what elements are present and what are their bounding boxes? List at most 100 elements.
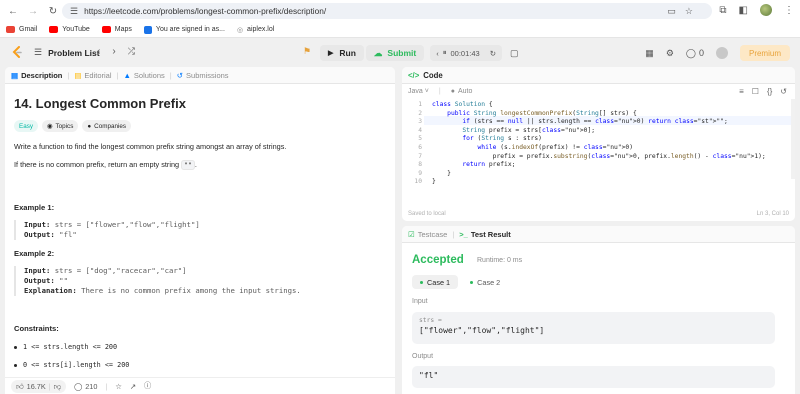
layout-icon[interactable]: ▦: [645, 48, 654, 59]
constraint-text: 0 <= strs[i].length <= 200: [23, 361, 130, 369]
lock-icon: ●: [87, 122, 92, 130]
lock-icon: ●: [450, 88, 455, 95]
reload-icon[interactable]: ↻: [46, 4, 60, 18]
thumbs-down-icon[interactable]: 👎︎: [54, 382, 61, 391]
timer[interactable]: ‹ ⏸ 00:01:43 ↻: [430, 45, 502, 61]
sidepanel-icon[interactable]: ◧: [739, 5, 748, 16]
saved-status: Saved to local: [408, 211, 446, 217]
like-count: 16.7K: [26, 381, 46, 391]
site-info-icon[interactable]: ☰: [70, 6, 78, 17]
youtube-icon: [49, 26, 59, 33]
tab-testcase[interactable]: ☑ Testcase: [408, 230, 447, 239]
description-paragraph: If there is no common prefix, return an …: [14, 160, 386, 170]
format-icon[interactable]: ≡: [739, 87, 744, 96]
shuffle-icon[interactable]: ⤮: [128, 46, 135, 57]
input-value: ["flower","flow","flight"]: [419, 326, 545, 335]
code-line[interactable]: while (s.indexOf(prefix) != class="nu">0…: [432, 144, 766, 153]
translate-icon[interactable]: ▭: [667, 6, 676, 17]
code-line[interactable]: for (String s : strs): [432, 135, 766, 144]
next-problem-icon[interactable]: ›: [112, 46, 115, 57]
problem-title[interactable]: 14. Longest Common Prefix: [14, 96, 386, 111]
code-area[interactable]: 1 2 3 4 5 6 7 8 9 10 class Solution { public Stri…: [402, 99, 795, 199]
input-value: strs = ["flower","flow","flight"]: [54, 220, 200, 229]
leetcode-logo-icon[interactable]: [11, 46, 23, 59]
difficulty-badge: Easy: [14, 120, 38, 132]
forward-icon[interactable]: →: [26, 4, 40, 18]
prev-problem-icon[interactable]: ‹: [97, 46, 100, 57]
menu-icon[interactable]: ⋮: [784, 5, 794, 16]
line-numbers: 1 2 3 4 5 6 7 8 9 10: [414, 101, 422, 186]
code-tab-label[interactable]: Code: [423, 71, 443, 80]
code-lines[interactable]: class Solution { public String longestCo…: [432, 99, 766, 187]
tab-test-result[interactable]: >_ Test Result: [459, 230, 510, 239]
tab-divider: |: [169, 70, 172, 80]
url-text[interactable]: https://leetcode.com/problems/longest-co…: [84, 6, 326, 16]
result-status: Accepted: [412, 254, 464, 266]
comments-button[interactable]: ◯ 210: [74, 382, 97, 391]
debug-icon[interactable]: ⚑: [300, 46, 314, 60]
bookmark-gmail[interactable]: Gmail: [6, 26, 37, 33]
chevron-left-icon[interactable]: ‹: [436, 49, 439, 58]
tab-divider: |: [116, 70, 119, 80]
reset-code-icon[interactable]: ↺: [780, 87, 787, 96]
share-icon[interactable]: ↗: [130, 382, 136, 391]
code-line[interactable]: }: [432, 178, 766, 187]
bookmark-star-icon[interactable]: ☆: [685, 6, 693, 17]
premium-button[interactable]: Premium: [739, 45, 790, 61]
code-line[interactable]: class Solution {: [432, 101, 766, 110]
code-line[interactable]: return prefix;: [432, 161, 766, 170]
history-icon: ↺: [176, 70, 184, 80]
example-2-title: Example 2:: [14, 249, 55, 258]
constraints-title: Constraints:: [14, 324, 59, 333]
thumbs-up-icon: 👍︎: [16, 381, 24, 391]
address-bar[interactable]: ☰ https://leetcode.com/problems/longest-…: [62, 3, 712, 19]
editor-scrollbar[interactable]: [791, 99, 795, 179]
bookmark-aiplex[interactable]: ◎ aiplex.lol: [237, 26, 274, 34]
settings-gear-icon[interactable]: ⚙: [666, 48, 674, 59]
topics-tag[interactable]: ◉ Topics: [42, 120, 79, 132]
companies-tag[interactable]: ● Companies: [82, 120, 132, 132]
help-icon[interactable]: ⓘ: [144, 381, 151, 391]
list-icon: ☰: [34, 47, 43, 57]
note-icon[interactable]: ▢: [510, 48, 519, 59]
problem-list-button[interactable]: ☰ Problem List: [34, 47, 100, 58]
tab-solutions[interactable]: ▲ Solutions: [123, 71, 164, 80]
output-box: "fl": [412, 366, 775, 388]
bookmark-icon[interactable]: ☐: [752, 87, 759, 96]
like-button[interactable]: 👍︎ 16.7K | 👎︎: [11, 379, 67, 393]
cursor-position: Ln 3, Col 10: [756, 211, 789, 217]
example-1-block: Input: strs = ["flower","flow","flight"]…: [14, 220, 386, 240]
star-icon[interactable]: ☆: [115, 382, 122, 391]
submit-button[interactable]: ☁ Submit: [365, 45, 425, 61]
case-1-button[interactable]: Case 1: [412, 275, 459, 289]
auto-mode-button[interactable]: ● Auto: [451, 88, 473, 95]
tab-editorial[interactable]: ▤ Editorial: [74, 71, 111, 80]
language-select[interactable]: Java ˅: [408, 88, 429, 95]
bookmark-youtube[interactable]: YouTube: [49, 26, 90, 33]
back-icon[interactable]: ←: [6, 4, 20, 18]
example-2-block: Input: strs = ["dog","racecar","car"] Ou…: [14, 266, 386, 296]
pause-icon[interactable]: ⏸: [443, 48, 447, 58]
bookmark-maps[interactable]: Maps: [101, 26, 132, 33]
tab-description[interactable]: ▤ Description: [11, 71, 62, 80]
code-line[interactable]: prefix = prefix.substring(class="nu">0, …: [432, 153, 766, 162]
constraints-list: 1 <= strs.length <= 200 0 <= strs[i].len…: [14, 343, 386, 369]
document-icon: ▤: [11, 70, 19, 80]
inline-code: "": [181, 160, 195, 170]
code-line[interactable]: String prefix = strs[class="nu">0];: [432, 127, 766, 136]
description-footer: 👍︎ 16.7K | 👎︎ ◯ 210 | ☆ ↗ ⓘ: [5, 377, 395, 394]
extensions-icon[interactable]: ⧉: [719, 5, 726, 16]
profile-avatar[interactable]: [760, 4, 772, 16]
reset-icon[interactable]: ↻: [490, 49, 496, 58]
bookmark-signed-in[interactable]: You are signed in as...: [143, 25, 225, 34]
user-avatar[interactable]: [715, 47, 728, 59]
code-line[interactable]: if (strs == null || strs.length == class…: [432, 118, 766, 127]
case-2-button[interactable]: Case 2: [462, 275, 508, 289]
code-line[interactable]: }: [432, 170, 766, 179]
braces-icon[interactable]: {}: [767, 87, 772, 96]
streak-button[interactable]: ◯ 0: [686, 48, 704, 59]
code-line[interactable]: public String longestCommonPrefix(String…: [432, 110, 766, 119]
output-section-label: Output: [412, 353, 434, 360]
tab-submissions[interactable]: ↺ Submissions: [177, 71, 229, 80]
run-button[interactable]: ▶ Run: [320, 45, 364, 61]
